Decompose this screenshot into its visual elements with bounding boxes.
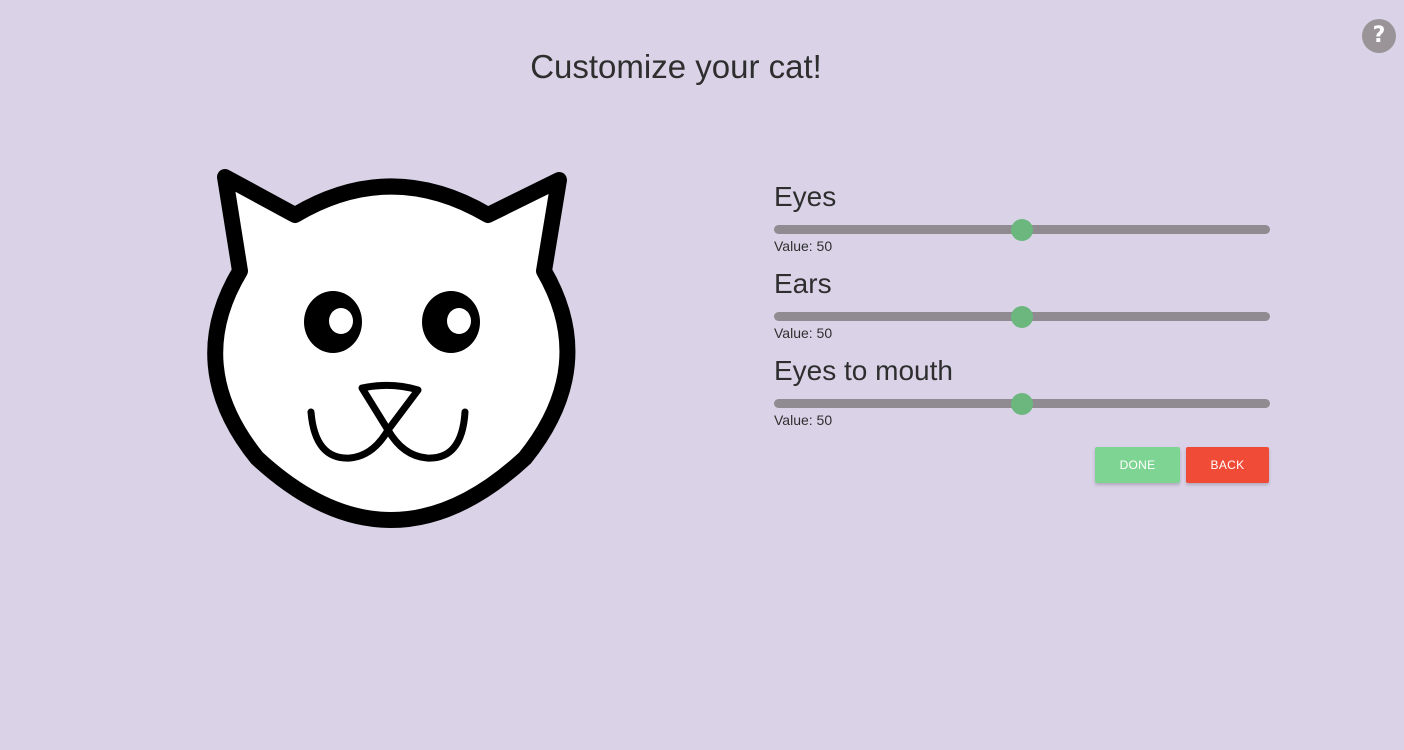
customization-controls: Eyes Value: 50 Ears Value: 50 Eyes to mo… — [774, 178, 1270, 439]
page-title: Customize your cat! — [530, 48, 822, 85]
eyes-to-mouth-value: Value: 50 — [774, 412, 833, 428]
ears-value: Value: 50 — [774, 325, 833, 341]
eyes-label: Eyes — [774, 181, 837, 212]
ears-control: Ears Value: 50 — [774, 265, 1270, 352]
left-eye-highlight — [329, 308, 353, 334]
back-button[interactable]: BACK — [1186, 447, 1269, 483]
eyes-slider[interactable] — [774, 219, 1270, 241]
slider-thumb[interactable] — [1011, 219, 1033, 241]
slider-thumb[interactable] — [1011, 393, 1033, 415]
slider-thumb[interactable] — [1011, 306, 1033, 328]
right-eye-highlight — [447, 308, 471, 334]
eyes-to-mouth-slider[interactable] — [774, 393, 1270, 415]
cat-head — [207, 169, 576, 528]
eyes-to-mouth-control: Eyes to mouth Value: 50 — [774, 352, 1270, 439]
help-button[interactable]: ? — [1362, 19, 1396, 53]
done-button[interactable]: DONE — [1095, 447, 1180, 483]
eyes-control: Eyes Value: 50 — [774, 178, 1270, 265]
cat-preview — [205, 160, 577, 538]
eyes-to-mouth-label: Eyes to mouth — [774, 355, 953, 386]
ears-label: Ears — [774, 268, 832, 299]
cat-face-icon — [207, 169, 576, 528]
eyes-value: Value: 50 — [774, 238, 833, 254]
ears-slider[interactable] — [774, 306, 1270, 328]
